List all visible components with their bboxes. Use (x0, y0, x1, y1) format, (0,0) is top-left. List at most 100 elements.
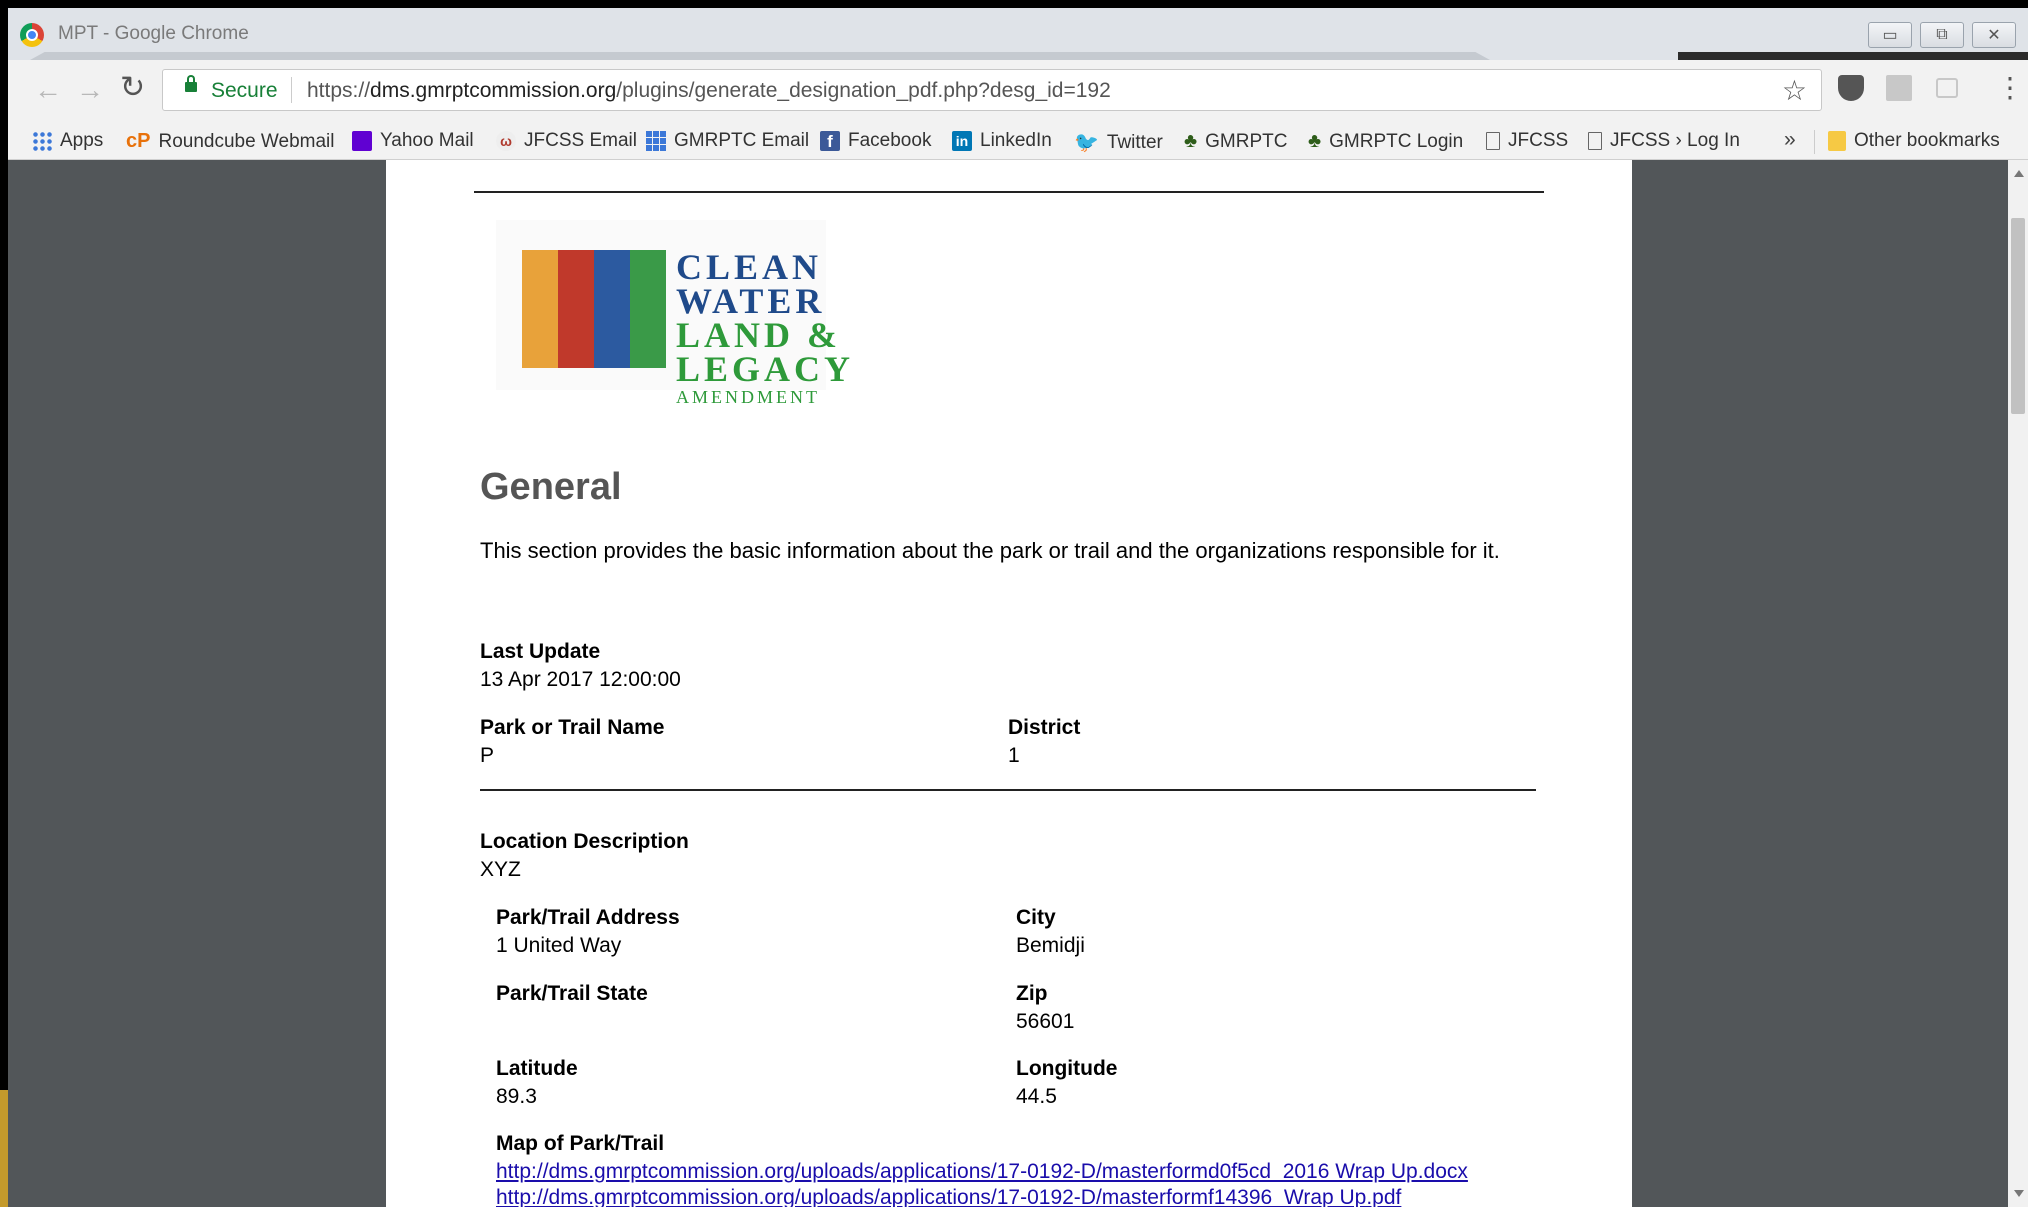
bookmark-jfcss[interactable]: JFCSS (1486, 130, 1568, 152)
zip-label: Zip (1016, 982, 1048, 1005)
map-label: Map of Park/Trail (496, 1132, 665, 1155)
restore-button[interactable]: ⧉ (1920, 22, 1964, 48)
map-link-docx[interactable]: http://dms.gmrptcommission.org/uploads/a… (496, 1160, 1468, 1184)
facebook-icon: f (820, 131, 840, 151)
tab-strip[interactable] (30, 52, 1490, 60)
section-rule (480, 789, 1536, 791)
pdf-viewport[interactable]: CLEAN WATER LAND & LEGACY AMENDMENT Gene… (8, 160, 2008, 1207)
url-path: /plugins/generate_designation_pdf.php?de… (616, 79, 1111, 102)
extension-icon[interactable] (1936, 78, 1958, 98)
park-name-label: Park or Trail Name (480, 716, 665, 739)
bookmark-label: Roundcube Webmail (158, 130, 335, 152)
scroll-up-arrow-icon[interactable] (2014, 170, 2024, 177)
bookmark-label: JFCSS Email (524, 130, 637, 151)
logo-line: LEGACY (676, 349, 855, 389)
bookmark-jfcss-email[interactable]: ω JFCSS Email (496, 130, 637, 152)
url-text[interactable]: https://dms.gmrptcommission.org/plugins/… (307, 79, 1111, 103)
address-bar[interactable]: Secure https://dms.gmrptcommission.org/p… (162, 69, 1822, 111)
bookmark-star-icon[interactable]: ☆ (1782, 74, 1807, 107)
url-scheme: https:// (307, 79, 371, 102)
bookmark-label: Facebook (848, 130, 932, 151)
reload-icon[interactable]: ↻ (120, 73, 145, 103)
clean-water-land-legacy-logo: CLEAN WATER LAND & LEGACY AMENDMENT (496, 220, 850, 407)
bookmark-label: Apps (60, 130, 104, 151)
address-separator (291, 77, 292, 103)
logo-wordmark: CLEAN WATER LAND & LEGACY AMENDMENT (676, 249, 855, 408)
vertical-scrollbar[interactable] (2008, 160, 2028, 1207)
twitter-icon: 🐦 (1074, 132, 1099, 154)
district-value: 1 (1008, 744, 1020, 767)
title-bar: MPT - Google Chrome ▭ ⧉ ✕ (8, 8, 2028, 60)
apps-grid-icon (32, 131, 52, 151)
desktop-background (0, 1090, 8, 1207)
menu-kebab-icon[interactable]: ⋮ (1996, 74, 2024, 102)
bookmark-label: LinkedIn (980, 130, 1052, 151)
bookmark-twitter[interactable]: 🐦 Twitter (1074, 130, 1163, 155)
logo-emblem-icon (522, 250, 666, 368)
tree-icon: ♣ (1308, 130, 1322, 152)
zip-value: 56601 (1016, 1010, 1075, 1033)
bookmark-label: GMRPTC (1205, 130, 1288, 152)
state-label: Park/Trail State (496, 982, 648, 1005)
bookmark-apps[interactable]: Apps (32, 130, 103, 152)
bookmark-label: Twitter (1106, 131, 1163, 153)
bookmarks-divider (1814, 130, 1815, 154)
latitude-value: 89.3 (496, 1085, 537, 1108)
forward-arrow-icon[interactable]: → (76, 76, 104, 104)
bookmark-jfcss-login[interactable]: JFCSS › Log In (1588, 130, 1740, 152)
city-value: Bemidji (1016, 934, 1085, 957)
address-value: 1 United Way (496, 934, 622, 957)
scrollbar-thumb[interactable] (2011, 218, 2025, 414)
location-description-label: Location Description (480, 830, 689, 853)
close-button[interactable]: ✕ (1972, 22, 2016, 48)
browser-window: MPT - Google Chrome ▭ ⧉ ✕ ← → ↻ Secure h… (8, 8, 2028, 1207)
bookmarks-overflow-button[interactable]: » (1784, 128, 1796, 152)
page-icon (1486, 132, 1500, 150)
envelope-icon (352, 131, 372, 151)
bookmarks-bar: Apps cP Roundcube Webmail Yahoo Mail ω J… (8, 122, 2028, 160)
bookmark-linkedin[interactable]: in LinkedIn (952, 130, 1052, 152)
secure-label: Secure (211, 79, 278, 102)
lock-icon (185, 75, 197, 92)
bookmark-roundcube[interactable]: cP Roundcube Webmail (126, 130, 335, 153)
grid-icon (646, 131, 666, 151)
browser-toolbar: ← → ↻ Secure https://dms.gmrptcommission… (8, 60, 2028, 122)
logo-subline: AMENDMENT (676, 387, 820, 407)
last-update-value: 13 Apr 2017 12:00:00 (480, 668, 681, 691)
bookmark-facebook[interactable]: f Facebook (820, 130, 931, 152)
map-link-pdf[interactable]: http://dms.gmrptcommission.org/uploads/a… (496, 1186, 1401, 1207)
bookmark-label: GMRPTC Email (674, 130, 810, 151)
page-icon (1588, 132, 1602, 150)
longitude-value: 44.5 (1016, 1085, 1057, 1108)
bookmark-yahoo-mail[interactable]: Yahoo Mail (352, 130, 474, 152)
section-heading: General (480, 466, 622, 508)
bookmark-label: JFCSS (1508, 130, 1569, 151)
pdf-page: CLEAN WATER LAND & LEGACY AMENDMENT Gene… (386, 160, 1632, 1207)
jfcss-icon: ω (496, 131, 516, 151)
folder-icon (1828, 131, 1846, 151)
chrome-logo-icon (20, 23, 44, 47)
pdf-extension-icon[interactable] (1886, 75, 1912, 101)
tree-icon: ♣ (1184, 130, 1198, 152)
park-name-value: P (480, 744, 495, 767)
back-arrow-icon[interactable]: ← (34, 76, 62, 104)
scroll-down-arrow-icon[interactable] (2014, 1190, 2024, 1197)
top-rule (474, 191, 1544, 193)
bookmark-label: JFCSS › Log In (1610, 130, 1740, 151)
minimize-button[interactable]: ▭ (1868, 22, 1912, 48)
section-intro: This section provides the basic informat… (480, 538, 1500, 563)
bookmark-other[interactable]: Other bookmarks (1828, 130, 2000, 152)
bookmark-gmrptc-login[interactable]: ♣ GMRPTC Login (1308, 130, 1463, 153)
bookmark-gmrptc[interactable]: ♣ GMRPTC (1184, 130, 1287, 153)
cpanel-icon: cP (126, 130, 151, 152)
city-label: City (1016, 906, 1056, 929)
tab-strip-active (1678, 52, 2028, 60)
district-label: District (1008, 716, 1081, 739)
url-host: dms.gmrptcommission.org (370, 79, 617, 102)
window-title: MPT - Google Chrome (58, 23, 249, 44)
address-label: Park/Trail Address (496, 906, 680, 929)
bookmark-gmrptc-email[interactable]: GMRPTC Email (646, 130, 809, 152)
latitude-label: Latitude (496, 1057, 578, 1080)
pocket-extension-icon[interactable] (1838, 75, 1864, 101)
logo-line: WATER (676, 281, 826, 321)
